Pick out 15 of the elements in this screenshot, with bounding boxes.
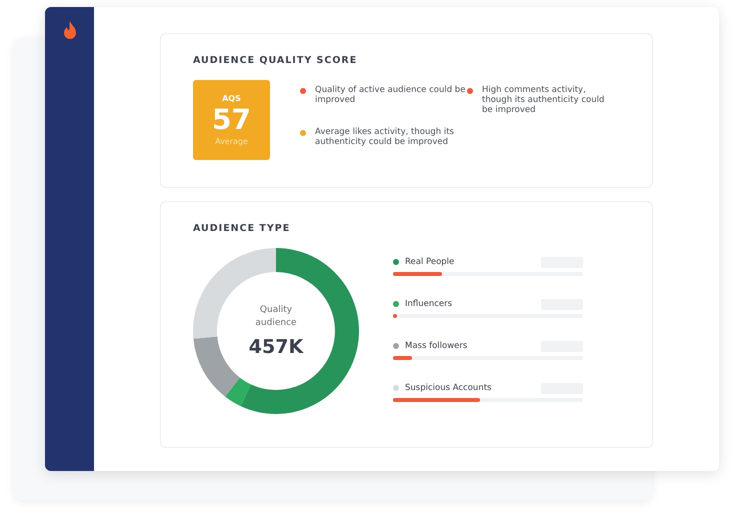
legend-label: Mass followers: [405, 341, 468, 351]
flame-icon[interactable]: [62, 21, 78, 41]
note-text: Average likes activity, though its authenticity could be improved: [315, 127, 455, 147]
donut-caption: Quality audience: [254, 304, 298, 330]
legend-label: Suspicious Accounts: [405, 383, 492, 393]
note-text: High comments activity, though its authenticity could be improved: [482, 85, 606, 115]
note-text: Quality of active audience could be improved: [315, 85, 466, 105]
score-label: AQS: [222, 94, 241, 103]
score-value: 57: [212, 103, 251, 137]
donut-value: 457K: [248, 336, 304, 358]
legend-label: Influencers: [405, 299, 454, 309]
score-rating: Average: [215, 137, 248, 146]
section-title: AUDIENCE TYPE: [193, 223, 292, 234]
section-title: AUDIENCE QUALITY SCORE: [193, 55, 358, 66]
legend-label: Real People: [405, 257, 456, 267]
